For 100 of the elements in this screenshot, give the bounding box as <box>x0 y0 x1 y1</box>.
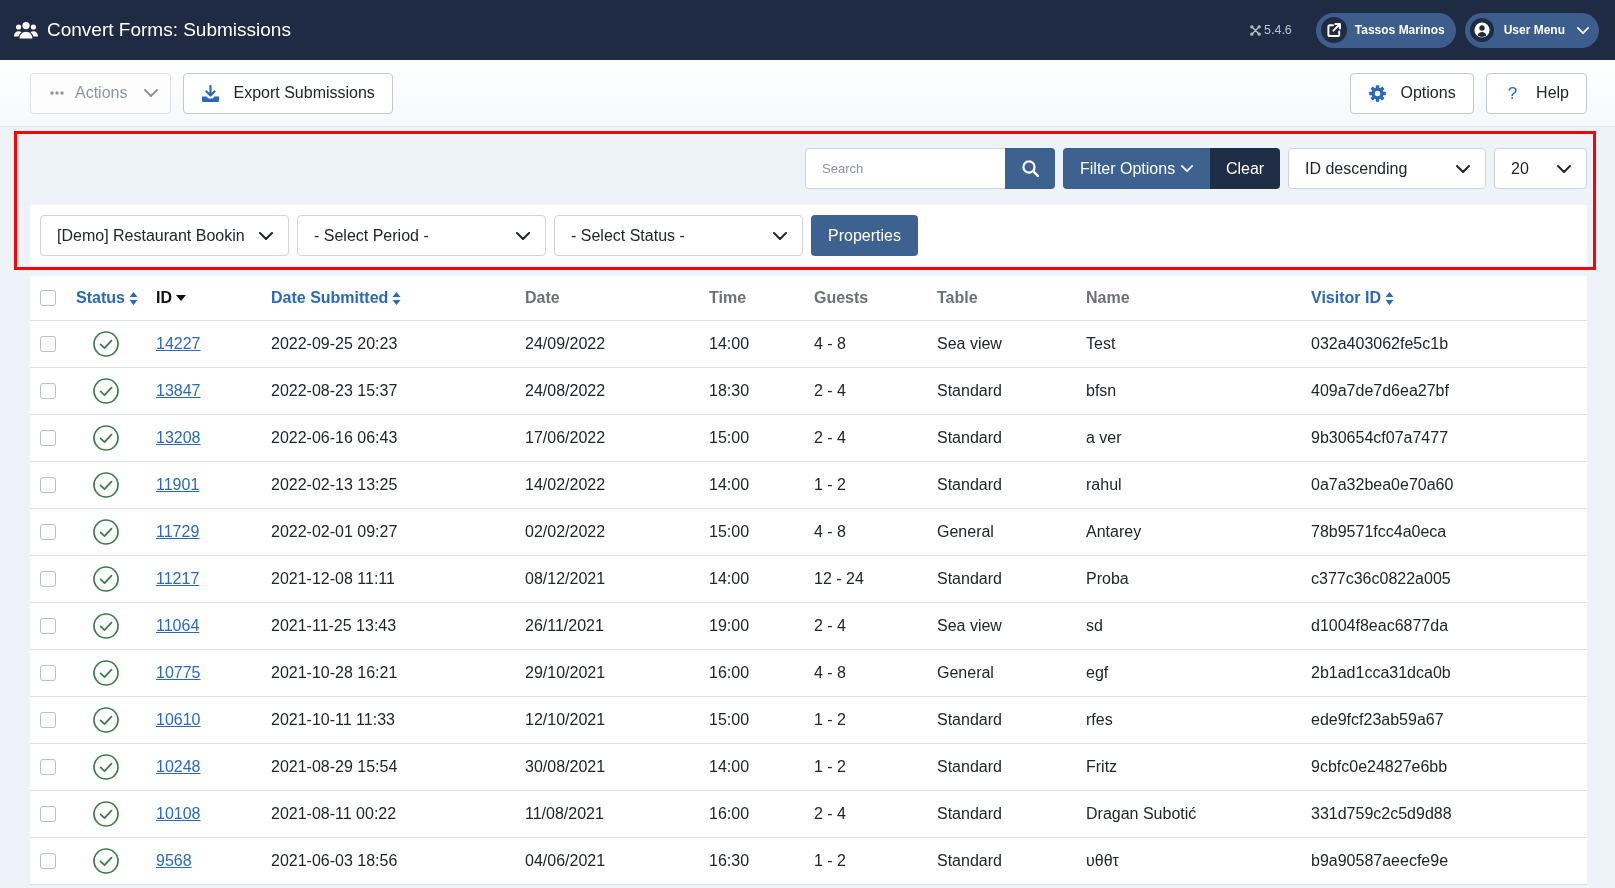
row-checkbox[interactable] <box>40 477 56 493</box>
table-cell: 12 - 24 <box>814 570 864 588</box>
table-cell: Standard <box>937 852 1002 870</box>
search-field[interactable]: Search <box>805 148 1005 189</box>
row-checkbox[interactable] <box>40 430 56 446</box>
table-cell: 032a403062fe5c1b <box>1311 335 1449 353</box>
ordering-dropdown[interactable]: ID descending <box>1288 148 1486 189</box>
table-cell: d1004f8eac6877da <box>1311 617 1449 635</box>
submission-id-link[interactable]: 10108 <box>156 805 201 823</box>
submission-id-link[interactable]: 10610 <box>156 711 201 729</box>
table-cell: 409a7de7d6ea27bf <box>1311 382 1449 400</box>
column-sort-link[interactable]: Date Submitted <box>271 289 402 307</box>
check-circle-icon[interactable] <box>93 613 119 639</box>
submission-id-link[interactable]: 10775 <box>156 664 201 682</box>
options-button[interactable]: Options <box>1350 72 1474 114</box>
submission-id-link[interactable]: 14227 <box>156 335 201 353</box>
chevron-down-icon <box>144 89 159 97</box>
help-button[interactable]: ? Help <box>1485 72 1587 114</box>
logo-icon <box>1250 24 1261 36</box>
submission-id-link[interactable]: 10248 <box>156 758 201 776</box>
row-checkbox[interactable] <box>40 336 56 352</box>
table-cell: Standard <box>937 711 1002 729</box>
table-cell: 11/08/2021 <box>525 805 604 823</box>
site-link-button[interactable]: Tassos Marinos <box>1315 12 1456 48</box>
check-circle-icon[interactable] <box>93 378 119 404</box>
check-circle-icon[interactable] <box>93 848 119 874</box>
sort-icon <box>1384 291 1394 305</box>
column-header: Time <box>709 289 747 307</box>
filter-options-button[interactable]: Filter Options <box>1063 148 1210 189</box>
check-circle-icon[interactable] <box>93 425 119 451</box>
sort-icon <box>392 291 402 305</box>
check-circle-icon[interactable] <box>93 519 119 545</box>
filter-dropdown[interactable]: - Select Status - <box>554 215 803 256</box>
table-cell: Proba <box>1086 570 1129 588</box>
table-cell: Standard <box>937 570 1002 588</box>
table-cell: 2b1ad1cca31dca0b <box>1311 664 1451 682</box>
table-cell: 2022-06-16 06:43 <box>271 429 398 447</box>
row-checkbox[interactable] <box>40 712 56 728</box>
users-icon <box>14 20 38 40</box>
check-circle-icon[interactable] <box>93 566 119 592</box>
filter-dropdown[interactable]: - Select Period - <box>297 215 546 256</box>
clear-button[interactable]: Clear <box>1210 148 1280 189</box>
table-cell: 1 - 2 <box>814 476 846 494</box>
submission-id-link[interactable]: 11729 <box>156 523 200 541</box>
row-checkbox[interactable] <box>40 665 56 681</box>
check-circle-icon[interactable] <box>93 754 119 780</box>
table-cell: Test <box>1086 335 1116 353</box>
table-cell: 9b30654cf07a7477 <box>1311 429 1449 447</box>
table-cell: General <box>937 523 994 541</box>
check-circle-icon[interactable] <box>93 707 119 733</box>
export-button[interactable]: Export Submissions <box>183 72 393 114</box>
filter-dropdown[interactable]: [Demo] Restaurant Bookin <box>40 215 289 256</box>
table-cell: Antarey <box>1086 523 1142 541</box>
select-all-checkbox[interactable] <box>40 290 56 306</box>
table-cell: ede9fcf23ab59a67 <box>1311 711 1444 729</box>
column-header: Date <box>525 289 560 307</box>
row-checkbox[interactable] <box>40 383 56 399</box>
row-checkbox[interactable] <box>40 618 56 634</box>
table-cell: 18:30 <box>709 382 750 400</box>
check-circle-icon[interactable] <box>93 472 119 498</box>
properties-button[interactable]: Properties <box>811 215 918 256</box>
table-cell: Standard <box>937 805 1002 823</box>
check-circle-icon[interactable] <box>93 660 119 686</box>
row-checkbox[interactable] <box>40 759 56 775</box>
table-cell: 30/08/2021 <box>525 758 606 776</box>
check-circle-icon[interactable] <box>93 331 119 357</box>
table-cell: 4 - 8 <box>814 664 846 682</box>
table-cell: 2021-08-11 00:22 <box>271 805 397 823</box>
table-cell: 19:00 <box>709 617 750 635</box>
chevron-down-icon <box>1456 164 1470 173</box>
submission-id-link[interactable]: 11217 <box>156 570 200 588</box>
table-cell: 2021-10-11 11:33 <box>271 711 395 729</box>
row-checkbox[interactable] <box>40 571 56 587</box>
column-sort-link[interactable]: Status <box>76 289 138 307</box>
table-cell: 2021-11-25 13:43 <box>271 617 397 635</box>
check-circle-icon[interactable] <box>93 801 119 827</box>
search-button[interactable] <box>1005 148 1055 189</box>
row-checkbox[interactable] <box>40 806 56 822</box>
table-cell: egf <box>1086 664 1109 682</box>
row-checkbox[interactable] <box>40 524 56 540</box>
table-cell: 12/10/2021 <box>525 711 606 729</box>
column-sort-link[interactable]: ID <box>156 289 186 307</box>
table-cell: 14:00 <box>709 570 750 588</box>
submission-id-link[interactable]: 11901 <box>156 476 200 494</box>
submission-id-link[interactable]: 11064 <box>156 617 200 635</box>
table-cell: 14/02/2022 <box>525 476 606 494</box>
table-cell: Sea view <box>937 335 1002 353</box>
submission-id-link[interactable]: 9568 <box>156 852 192 870</box>
submission-id-link[interactable]: 13208 <box>156 429 201 447</box>
help-icon: ? <box>1507 84 1518 102</box>
column-sort-link[interactable]: Visitor ID <box>1311 289 1394 307</box>
submission-id-link[interactable]: 13847 <box>156 382 201 400</box>
table-cell: 02/02/2022 <box>525 523 606 541</box>
user-menu-button[interactable]: User Menu <box>1464 12 1599 48</box>
table-cell: υθθτ <box>1086 852 1119 870</box>
table-cell: 4 - 8 <box>814 523 846 541</box>
table-cell: 2022-02-13 13:25 <box>271 476 398 494</box>
limit-dropdown[interactable]: 20 <box>1494 148 1587 189</box>
row-checkbox[interactable] <box>40 853 56 869</box>
column-header: Table <box>937 289 978 307</box>
